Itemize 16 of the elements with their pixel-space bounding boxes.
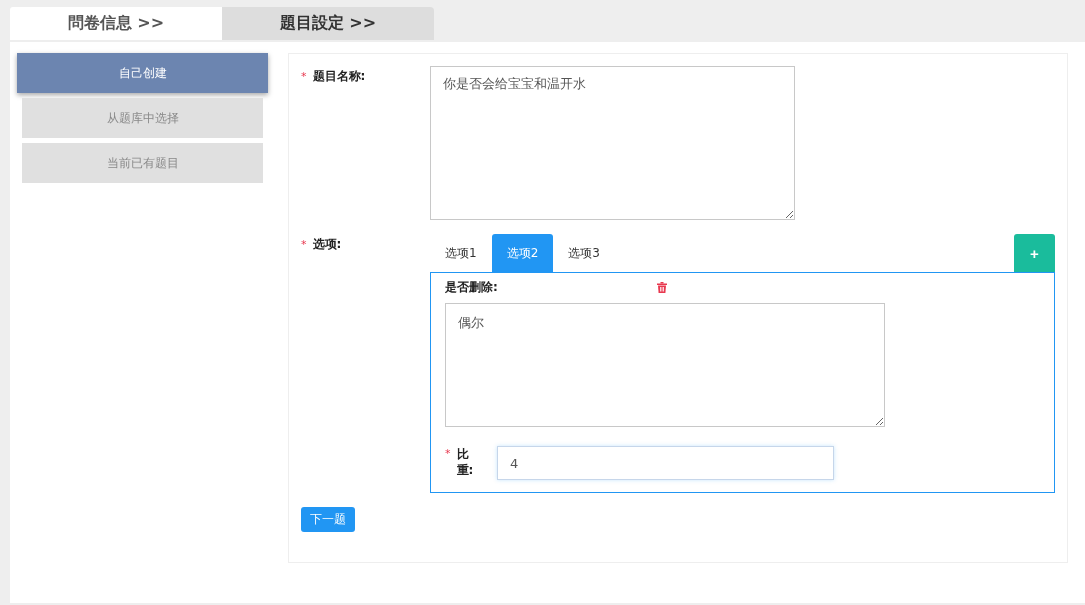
weight-label: 比重: (456, 446, 475, 478)
step-tab[interactable]: 題目設定 >> (222, 7, 434, 40)
required-mark: * (301, 70, 307, 83)
required-mark: * (301, 238, 307, 251)
delete-label: 是否删除: (445, 279, 499, 296)
option-textarea[interactable]: 偶尔 (445, 303, 885, 427)
weight-input[interactable]: 4 (497, 446, 834, 480)
field-label: 题目名称: (312, 69, 366, 83)
trash-icon[interactable] (657, 282, 667, 293)
question-textarea[interactable]: 你是否会给宝宝和温开水 (430, 66, 795, 220)
option-tab[interactable]: 选项3 (553, 234, 615, 272)
option-tab[interactable]: 选项1 (430, 234, 492, 272)
sidebar-item[interactable]: 自己创建 (17, 53, 268, 93)
step-tab[interactable]: 問卷信息 >> (10, 7, 222, 40)
field-label: 选项: (312, 237, 342, 251)
required-mark: * (445, 446, 451, 462)
